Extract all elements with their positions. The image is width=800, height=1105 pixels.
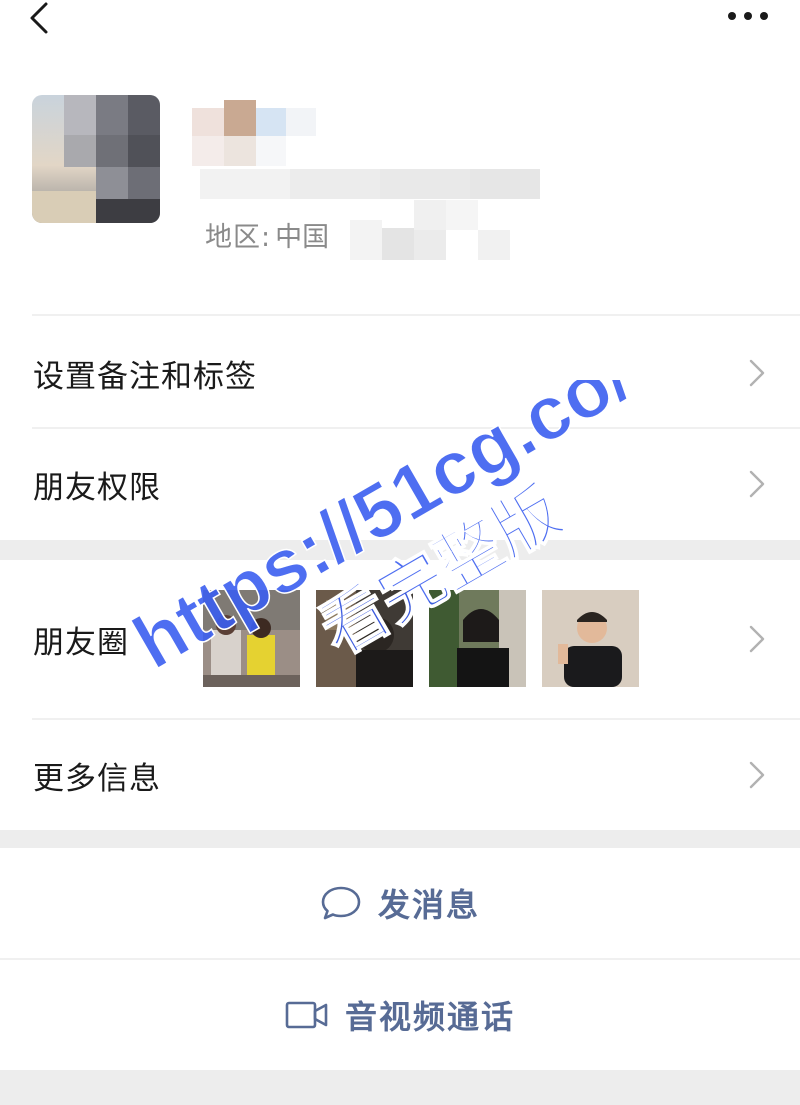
- av-call-button[interactable]: 音视频通话: [0, 960, 800, 1070]
- friend-permissions-row[interactable]: 朋友权限: [0, 429, 800, 539]
- chevron-right-icon: [749, 470, 765, 498]
- moments-label: 朋友圈: [33, 624, 129, 661]
- more-info-label: 更多信息: [33, 760, 161, 797]
- region-row: 地区: 中国: [205, 212, 329, 256]
- friend-permissions-label: 朋友权限: [33, 469, 161, 506]
- send-message-content: 发消息: [320, 880, 480, 926]
- photo-person-icon: [316, 590, 413, 687]
- bottom-gap: [0, 1070, 800, 1105]
- region-value: 中国: [275, 221, 330, 253]
- moment-thumbnail[interactable]: [203, 590, 300, 687]
- section-gap: [0, 830, 800, 848]
- moment-thumbnail[interactable]: [542, 590, 639, 687]
- send-message-button[interactable]: 发消息: [0, 848, 800, 958]
- set-remark-and-tags-row[interactable]: 设置备注和标签: [0, 318, 800, 428]
- av-call-content: 音视频通话: [285, 992, 515, 1038]
- chevron-right-icon: [749, 359, 765, 387]
- send-message-label: 发消息: [377, 886, 480, 924]
- av-call-label: 音视频通话: [344, 998, 515, 1036]
- video-camera-icon: [285, 1001, 328, 1029]
- chevron-right-icon: [749, 625, 765, 653]
- moments-thumbnails: [203, 590, 639, 687]
- region-label: 地区:: [205, 221, 272, 253]
- chevron-left-icon: [30, 2, 48, 34]
- chat-bubble-icon: [321, 886, 361, 920]
- set-remark-and-tags-label: 设置备注和标签: [33, 358, 257, 395]
- moment-thumbnail[interactable]: [429, 590, 526, 687]
- contact-profile-page: 地区: 中国 设置备注和标签 朋友权限 朋友圈 更多信息 发消息 音视频通话 h…: [0, 0, 800, 1105]
- photo-two-people-icon: [203, 590, 300, 687]
- more-info-row[interactable]: 更多信息: [0, 720, 800, 830]
- photo-man-icon: [542, 590, 639, 687]
- chevron-right-icon: [749, 761, 765, 789]
- more-options-button[interactable]: [726, 4, 770, 28]
- back-button[interactable]: [18, 0, 62, 40]
- section-gap: [0, 540, 800, 560]
- avatar[interactable]: [32, 95, 160, 223]
- photo-woman-icon: [429, 590, 526, 687]
- moment-thumbnail[interactable]: [316, 590, 413, 687]
- divider: [32, 314, 800, 316]
- wechat-id-blurred: [200, 165, 580, 203]
- more-dots-icon: [728, 12, 768, 20]
- region-detail-blurred: [350, 200, 520, 260]
